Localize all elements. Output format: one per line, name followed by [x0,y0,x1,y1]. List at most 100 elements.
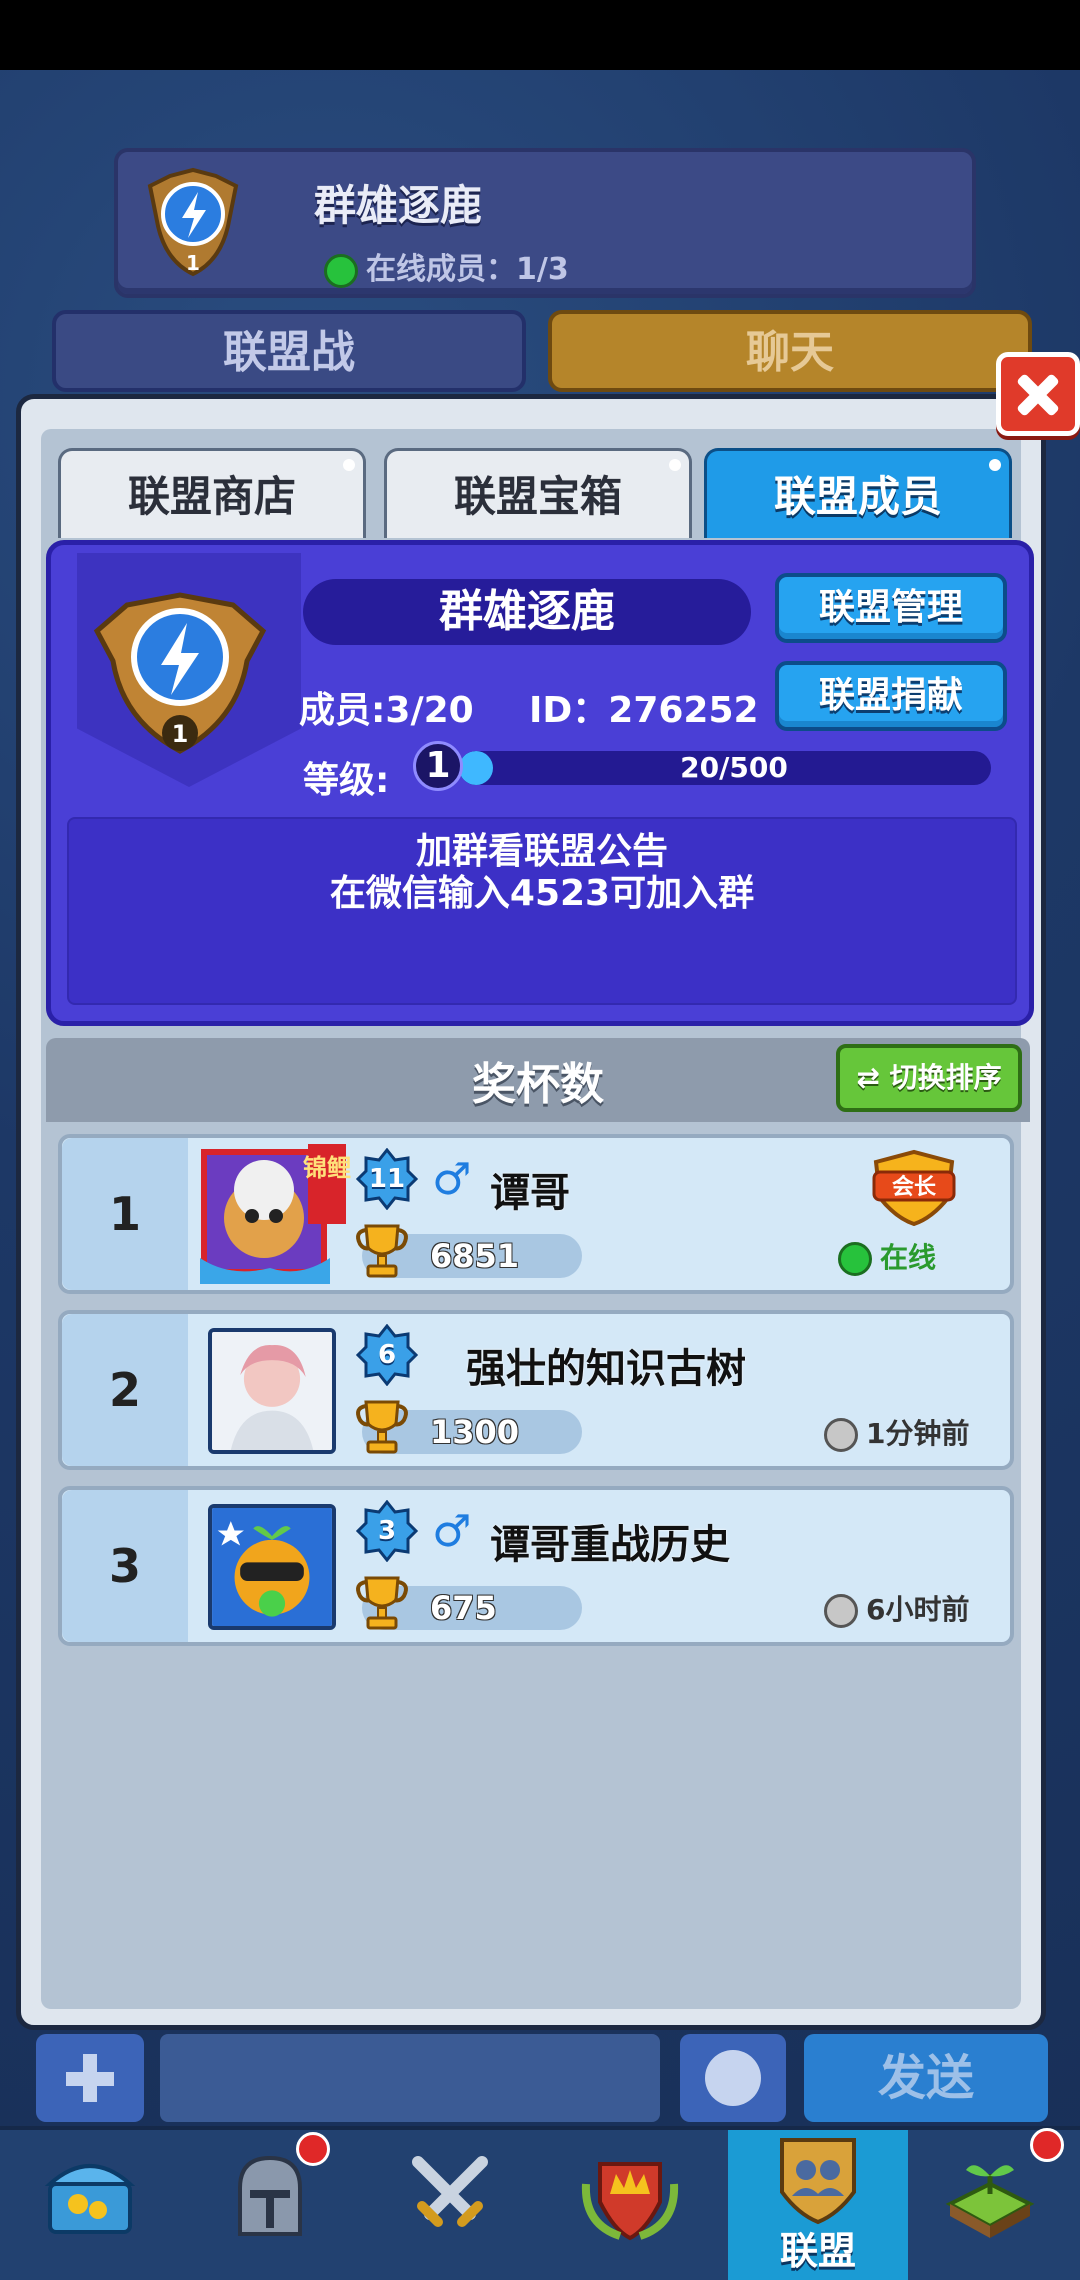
level-progress-text: 20/500 [680,751,788,784]
crown-shield-icon [581,2162,679,2241]
tab-guild-chest[interactable]: 联盟宝箱 [384,448,692,538]
trophy-icon [356,1576,408,1630]
online-members: 在线成员：1/3 [324,244,569,288]
online-dot-icon [838,1242,872,1276]
member-status-label: 在线 [880,1241,937,1274]
nav-guild-label: 联盟 [779,2229,856,2273]
member-rank: 1 [62,1138,188,1290]
member-status-label: 6小时前 [866,1593,970,1626]
member-level-wrap: 3 [356,1500,418,1562]
member-name: 强壮的知识古树 [466,1346,746,1392]
guild-manage-button[interactable]: 联盟管理 [775,573,1007,643]
nav-guild[interactable]: 联盟 [728,2130,908,2280]
plus-icon[interactable] [36,2034,144,2122]
guild-badge-icon: 1 [147,167,239,277]
member-level: 11 [368,1164,406,1194]
offline-dot-icon [824,1594,858,1628]
leader-badge-icon: 会长 [872,1149,956,1226]
member-name: 谭哥 [490,1170,570,1216]
trophy-icon [356,1224,408,1278]
guild-level: 1 [413,741,463,791]
tab-guild-shop[interactable]: 联盟商店 [58,448,366,538]
guild-badge-big-level: 1 [172,720,189,748]
notice-line-1: 加群看联盟公告 [415,831,668,872]
ranking-header: 奖杯数 ⇄ 切换排序 [46,1038,1030,1122]
member-level-wrap: 11 [356,1148,418,1210]
member-status: 1分钟前 [824,1412,969,1452]
offline-dot-icon [824,1418,858,1452]
member-status-label: 1分钟前 [866,1417,970,1450]
switch-sort-button[interactable]: ⇄ 切换排序 [836,1044,1022,1112]
member-name: 谭哥重战历史 [490,1522,730,1568]
corner-dot-icon [669,459,681,471]
chest-icon [44,2164,136,2234]
notice-line-2: 在微信输入4523可加入群 [329,873,755,914]
member-status: 6小时前 [824,1588,969,1628]
guild-info-box: 1 群雄逐鹿 联盟管理 联盟捐献 成员:3/20 ID：276252 等级: 2… [46,540,1034,1026]
guild-id: ID：276252 [529,690,759,731]
guild-notice: 加群看联盟公告 在微信输入4523可加入群 [67,817,1017,1005]
tab-guild-members[interactable]: 联盟成员 [704,448,1012,538]
trophy-icon [356,1400,408,1454]
level-label: 等级: [303,760,390,801]
tab-guild-members-label: 联盟成员 [773,472,942,521]
switch-arrows-icon: ⇄ [856,1061,880,1094]
tab-guild-chest-label: 联盟宝箱 [453,472,622,521]
leader-badge-text: 会长 [892,1174,937,1200]
member-count: 成员:3/20 [299,690,474,731]
member-level: 6 [377,1340,397,1370]
guild-donate-button[interactable]: 联盟捐献 [775,661,1007,731]
avatar [208,1504,336,1630]
avatar-frame-tag: 锦鲤 [303,1154,351,1182]
nav-chest[interactable] [0,2130,180,2280]
corner-dot-icon [343,459,355,471]
guild-badge-level: 1 [186,251,200,275]
corner-dot-icon [989,459,1001,471]
member-rank: 2 [62,1314,188,1466]
male-icon: ♂ [432,1154,472,1205]
top-tabs: 联盟战 聊天 [52,310,1032,392]
guild-header-card: 1 群雄逐鹿 在线成员：1/3 [114,148,976,298]
notification-dot-icon [1030,2128,1064,2162]
trophy-count: 1300 [430,1413,520,1451]
avatar [208,1328,336,1454]
tab-chat[interactable]: 聊天 [548,310,1032,392]
nav-garden[interactable] [900,2128,1080,2280]
bottom-nav: 联盟 [0,2126,1080,2280]
sprout-icon [945,2165,1035,2238]
guild-members-icon [780,2138,856,2225]
guild-name: 群雄逐鹿 [303,579,751,645]
send-button[interactable]: 发送 [804,2034,1048,2122]
nav-knight[interactable] [180,2130,360,2280]
guild-header-name: 群雄逐鹿 [314,181,483,230]
trophy-count: 6851 [430,1237,520,1275]
notification-dot-icon [296,2132,330,2166]
member-status: 在线 [838,1236,936,1276]
tab-guild-war[interactable]: 联盟战 [52,310,526,392]
member-rank: 3 [62,1490,188,1642]
chat-input-bar: 发送 [0,2034,1080,2130]
tab-guild-shop-label: 联盟商店 [127,472,296,521]
member-level: 3 [377,1516,397,1546]
member-row[interactable]: 1 锦鲤 11 ♂ 谭哥 6851 会长 在线 [58,1134,1014,1294]
member-row[interactable]: 2 6 强壮的知识古树 1300 1分钟前 [58,1310,1014,1470]
emoji-icon[interactable] [680,2034,786,2122]
nav-ranking[interactable] [540,2130,720,2280]
member-row[interactable]: 3 3 ♂ 谭哥重战历史 675 6小时前 [58,1486,1014,1646]
sub-tabs: 联盟商店 联盟宝箱 联盟成员 [58,448,1026,538]
close-button[interactable] [996,352,1080,436]
switch-sort-label: 切换排序 [889,1061,1002,1094]
trophy-count: 675 [430,1589,497,1627]
level-progress-fill [459,751,493,785]
avatar: 锦鲤 [200,1144,351,1284]
online-members-label: 在线成员：1/3 [366,252,569,287]
crossed-swords-icon [412,2156,488,2227]
chat-input[interactable] [160,2034,660,2122]
member-level-wrap: 6 [356,1324,418,1386]
level-progress-bar: 20/500 [459,751,991,785]
nav-battle[interactable] [360,2130,540,2280]
online-dot-icon [324,253,358,288]
guild-badge-icon: 1 [93,592,267,754]
male-icon: ♂ [432,1506,472,1557]
status-bar [0,0,1080,70]
